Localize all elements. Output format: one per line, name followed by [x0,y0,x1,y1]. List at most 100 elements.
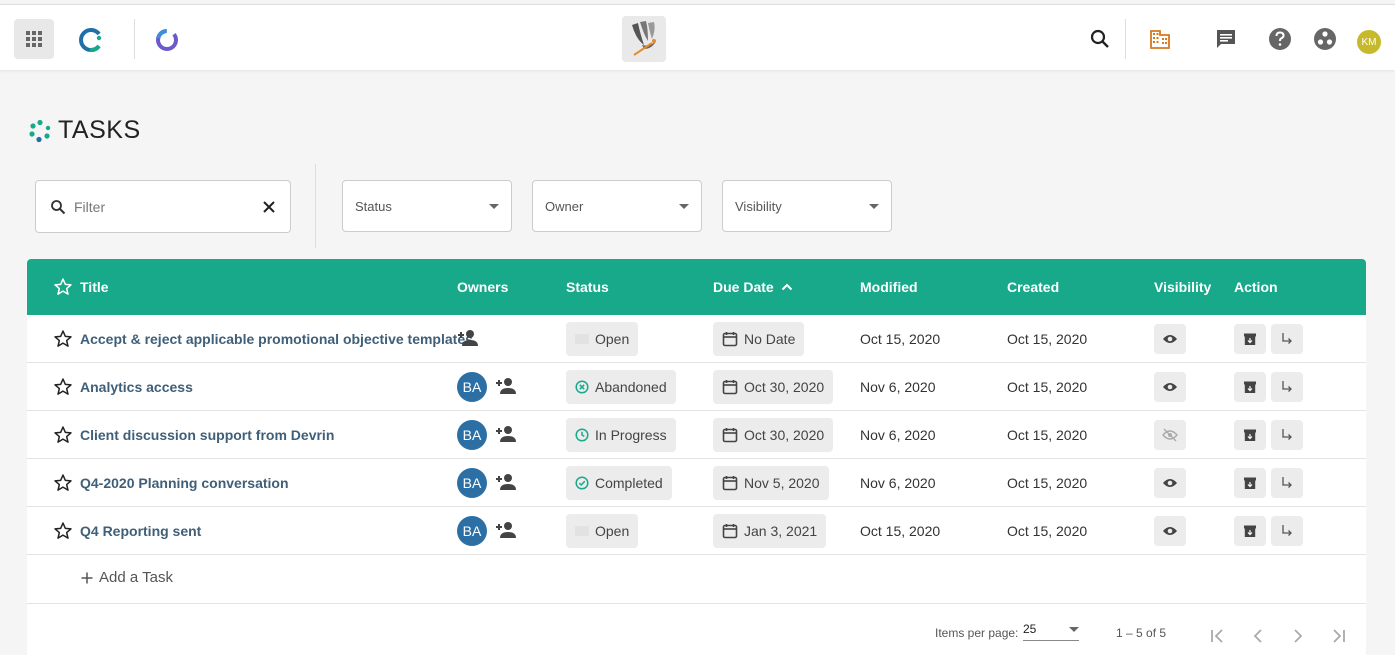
modified-date: Nov 6, 2020 [860,427,936,443]
previous-page-button[interactable] [1246,624,1270,648]
organization-button[interactable] [1148,27,1172,51]
table-row[interactable]: Q4-2020 Planning conversation BA Completed… [27,459,1366,507]
apps-grid-button[interactable] [14,19,54,59]
owner-avatar[interactable]: BA [457,516,487,546]
star-outline-icon [54,330,72,347]
move-task-button[interactable] [1271,372,1303,402]
status-chip[interactable]: Open [566,514,639,548]
community-button[interactable] [1313,27,1337,51]
visibility-toggle[interactable] [1154,468,1186,498]
column-modified-label: Modified [860,279,918,295]
star-outline-icon [54,278,72,295]
archive-button[interactable] [1234,516,1266,546]
move-task-button[interactable] [1271,468,1303,498]
last-page-icon [1333,629,1345,643]
task-title-link[interactable]: Q4 Reporting sent [80,523,201,539]
add-owner-button[interactable] [495,376,519,399]
move-task-button[interactable] [1271,420,1303,450]
filter-input[interactable] [74,198,262,215]
column-due-date[interactable]: Due Date [713,279,794,295]
add-task-label: Add a Task [99,569,173,586]
table-row[interactable]: Analytics access BA Abandoned Oct 30, 2020 N… [27,363,1366,411]
task-title-link[interactable]: Accept & reject applicable promotional o… [80,331,473,347]
archive-button[interactable] [1234,420,1266,450]
first-page-button[interactable] [1206,624,1230,648]
paginator: Items per page: 25 1 – 5 of 5 [27,603,1366,655]
app-logo[interactable] [77,27,103,58]
add-owner-button[interactable] [457,328,481,351]
status-select[interactable]: Status [342,180,512,232]
task-title-link[interactable]: Q4-2020 Planning conversation [80,475,289,491]
move-task-button[interactable] [1271,324,1303,354]
move-task-button[interactable] [1271,516,1303,546]
visibility-toggle[interactable] [1154,372,1186,402]
eye-icon [1163,527,1177,535]
chevron-down-icon [869,203,879,209]
favorite-button[interactable] [53,363,73,411]
status-chip[interactable]: Completed [566,466,672,500]
archive-button[interactable] [1234,324,1266,354]
messages-button[interactable] [1214,27,1238,51]
column-title[interactable]: Title [80,279,109,295]
secondary-app-logo[interactable] [154,27,180,58]
filter-field[interactable] [35,180,291,233]
add-task-button[interactable]: Add a Task [81,569,173,586]
search-button[interactable] [1088,27,1112,51]
column-owners[interactable]: Owners [457,279,508,295]
column-modified[interactable]: Modified [860,279,918,295]
column-visibility[interactable]: Visibility [1154,279,1211,295]
due-date-chip[interactable]: Jan 3, 2021 [713,514,827,548]
clear-filter-icon[interactable] [262,200,276,214]
search-icon [51,199,66,214]
archive-icon [1244,429,1256,441]
archive-button[interactable] [1234,372,1266,402]
due-date-chip[interactable]: Nov 5, 2020 [713,466,829,500]
favorite-button[interactable] [53,507,73,555]
favorite-button[interactable] [53,315,73,363]
due-date-text: Oct 30, 2020 [744,379,825,395]
due-date-text: Jan 3, 2021 [744,523,818,539]
visibility-toggle[interactable] [1154,420,1186,450]
table-row[interactable]: Accept & reject applicable promotional o… [27,315,1366,363]
column-action: Action [1234,279,1278,295]
add-owner-button[interactable] [495,424,519,447]
star-outline-icon [54,522,72,539]
check-circle-icon [575,476,589,490]
status-chip[interactable]: Abandoned [566,370,676,404]
due-date-chip[interactable]: Oct 30, 2020 [713,418,834,452]
visibility-toggle[interactable] [1154,516,1186,546]
due-date-chip[interactable]: No Date [713,322,805,356]
due-date-chip[interactable]: Oct 30, 2020 [713,370,834,404]
visibility-select[interactable]: Visibility [722,180,892,232]
column-owners-label: Owners [457,279,509,295]
favorite-button[interactable] [53,411,73,459]
task-title-link[interactable]: Analytics access [80,379,193,395]
x-circle-icon [575,380,589,394]
column-status[interactable]: Status [566,279,609,295]
items-per-page-select[interactable]: 25 [1023,622,1079,641]
next-page-button[interactable] [1286,624,1310,648]
status-chip[interactable]: Open [566,322,639,356]
favorite-all-button[interactable] [53,277,73,297]
owner-avatar[interactable]: BA [457,468,487,498]
owner-select[interactable]: Owner [532,180,702,232]
help-button[interactable] [1268,27,1292,51]
archive-button[interactable] [1234,468,1266,498]
column-created[interactable]: Created [1007,279,1059,295]
calendar-icon [722,476,738,491]
task-title-link[interactable]: Client discussion support from Devrin [80,427,334,443]
owner-initials: BA [462,475,482,491]
owner-avatar[interactable]: BA [457,372,487,402]
table-row[interactable]: Q4 Reporting sent BA Open Jan 3, 2021 Oct 15… [27,507,1366,555]
user-avatar[interactable]: KM [1357,30,1381,54]
last-page-button[interactable] [1326,624,1350,648]
favorite-button[interactable] [53,459,73,507]
add-owner-button[interactable] [495,520,519,543]
status-chip[interactable]: In Progress [566,418,676,452]
company-logo[interactable] [622,16,666,62]
visibility-toggle[interactable] [1154,324,1186,354]
table-row[interactable]: Client discussion support from Devrin BA I… [27,411,1366,459]
calendar-icon [722,332,738,347]
owner-avatar[interactable]: BA [457,420,487,450]
add-owner-button[interactable] [495,472,519,495]
